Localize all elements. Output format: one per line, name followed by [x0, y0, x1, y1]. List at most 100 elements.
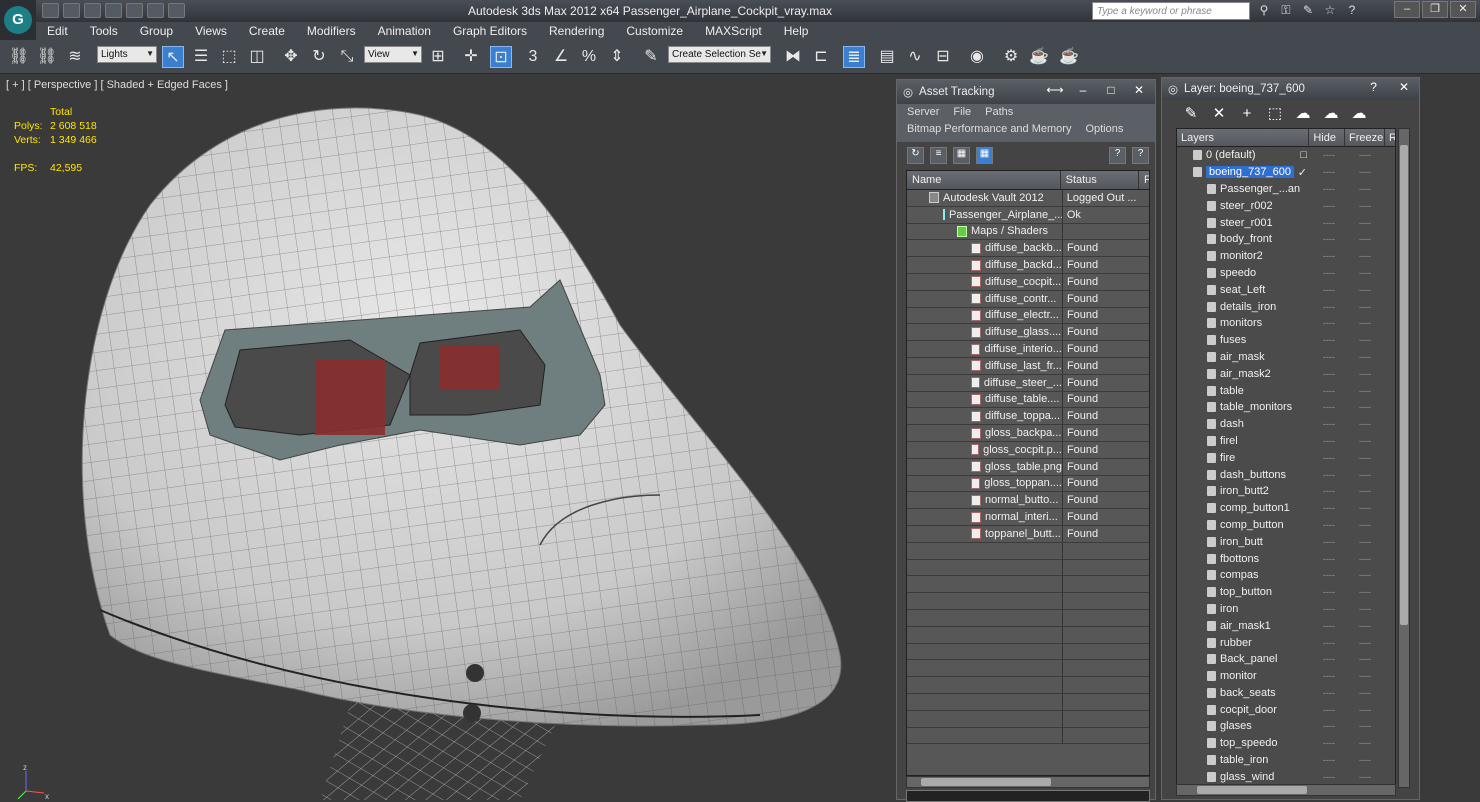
layer-manager-icon[interactable]: ≣	[843, 46, 865, 68]
menu-item-tools[interactable]: Tools	[79, 22, 129, 40]
graphite-toggle-icon[interactable]: ▤	[876, 46, 898, 68]
close-button[interactable]: ✕	[1450, 1, 1476, 18]
hide-toggle[interactable]: ----	[1311, 621, 1347, 631]
freeze-toggle[interactable]: ----	[1347, 436, 1383, 446]
hide-toggle[interactable]: ----	[1311, 268, 1347, 278]
layer-row[interactable]: comp_button1 ---- ----	[1177, 500, 1395, 517]
layer-row[interactable]: seat_Left ---- ----	[1177, 281, 1395, 298]
list-view-icon[interactable]: ≡	[930, 146, 947, 164]
menu-item-edit[interactable]: Edit	[36, 22, 79, 40]
asset-row[interactable]: gloss_toppan.... Found	[907, 475, 1149, 493]
select-object-icon[interactable]: ↖	[162, 46, 184, 68]
asset-row[interactable]: diffuse_interio... Found	[907, 341, 1149, 358]
freeze-toggle[interactable]: ----	[1347, 738, 1383, 748]
select-manipulate-icon[interactable]: ✛	[460, 46, 482, 68]
at-menu-paths[interactable]: Paths	[985, 106, 1013, 123]
layer-row[interactable]: firel ---- ----	[1177, 433, 1395, 450]
layer-row[interactable]: speedo ---- ----	[1177, 265, 1395, 282]
layer-row[interactable]: dash_buttons ---- ----	[1177, 466, 1395, 483]
close-button[interactable]: ✕	[1399, 80, 1409, 94]
align-icon[interactable]: ⊏	[810, 46, 832, 68]
layer-row[interactable]: top_speedo ---- ----	[1177, 735, 1395, 752]
freeze-toggle[interactable]: ----	[1347, 638, 1383, 648]
menu-item-rendering[interactable]: Rendering	[538, 22, 615, 40]
make-current-checkbox[interactable]: □	[1300, 149, 1307, 161]
reference-coordinate-dropdown[interactable]: View	[364, 46, 422, 63]
col-hide[interactable]: Hide	[1309, 129, 1345, 146]
freeze-toggle[interactable]: ----	[1347, 201, 1383, 211]
asset-table-hscrollbar[interactable]	[906, 776, 1150, 788]
select-by-name-icon[interactable]: ☰	[190, 46, 212, 68]
freeze-toggle[interactable]: ----	[1347, 671, 1383, 681]
asset-row[interactable]: normal_interi... Found	[907, 509, 1149, 526]
asset-row[interactable]: Maps / Shaders	[907, 223, 1149, 241]
freeze-toggle[interactable]: ----	[1347, 318, 1383, 328]
freeze-toggle[interactable]: ----	[1347, 335, 1383, 345]
hide-toggle[interactable]: ----	[1311, 638, 1347, 648]
hide-toggle[interactable]: ----	[1311, 318, 1347, 328]
freeze-toggle[interactable]: ----	[1347, 352, 1383, 362]
at-menu-options[interactable]: Options	[1085, 123, 1123, 140]
freeze-toggle[interactable]: ----	[1347, 705, 1383, 715]
layer-row[interactable]: iron_butt2 ---- ----	[1177, 483, 1395, 500]
new-layer-icon[interactable]: ✎	[1182, 105, 1200, 123]
layer-row[interactable]: top_button ---- ----	[1177, 584, 1395, 601]
table-view-icon[interactable]: ▦	[976, 146, 993, 164]
asset-row[interactable]: diffuse_last_fr... Found	[907, 357, 1149, 375]
asset-row[interactable]: toppanel_butt... Found	[907, 525, 1149, 543]
freeze-toggle[interactable]: ----	[1347, 688, 1383, 698]
layer-row[interactable]: monitor2 ---- ----	[1177, 248, 1395, 265]
layer-row[interactable]: iron ---- ----	[1177, 601, 1395, 618]
hide-toggle[interactable]: ----	[1311, 302, 1347, 312]
asset-row[interactable]: gloss_table.png Found	[907, 458, 1149, 476]
menu-item-group[interactable]: Group	[129, 22, 184, 40]
render-production-icon[interactable]: ☕	[1058, 46, 1080, 68]
asset-row[interactable]: diffuse_steer_... Found	[907, 374, 1149, 392]
col-render[interactable]: R	[1385, 129, 1395, 146]
at-menu-bitmap-performance-and-memory[interactable]: Bitmap Performance and Memory	[907, 123, 1071, 140]
freeze-toggle[interactable]: ----	[1347, 386, 1383, 396]
hide-toggle[interactable]: ----	[1311, 402, 1347, 412]
scroll-thumb[interactable]	[921, 778, 1051, 786]
freeze-toggle[interactable]: ----	[1347, 167, 1383, 177]
col-status[interactable]: Status	[1061, 171, 1139, 189]
highlight-selected-icon[interactable]: ☁	[1294, 105, 1312, 123]
maximize-button[interactable]: □	[1101, 83, 1121, 98]
freeze-toggle[interactable]: ----	[1347, 772, 1383, 782]
asset-tracking-titlebar[interactable]: ◎ Asset Tracking ⟷ – □ ✕	[897, 80, 1155, 104]
viewport-label[interactable]: [ + ] [ Perspective ] [ Shaded + Edged F…	[6, 79, 228, 91]
hide-toggle[interactable]: ----	[1311, 369, 1347, 379]
layer-row[interactable]: steer_r001 ---- ----	[1177, 214, 1395, 231]
bind-space-warp-icon[interactable]: ≋	[64, 46, 86, 68]
freeze-toggle[interactable]: ----	[1347, 234, 1383, 244]
angle-snap-icon[interactable]: ∠	[550, 46, 572, 68]
minimize-button[interactable]: –	[1073, 83, 1093, 98]
menu-item-animation[interactable]: Animation	[367, 22, 442, 40]
freeze-toggle[interactable]: ----	[1347, 150, 1383, 160]
layer-row[interactable]: iron_butt ---- ----	[1177, 533, 1395, 550]
hide-toggle[interactable]: ----	[1311, 738, 1347, 748]
keyboard-shortcut-override-icon[interactable]: ⊡	[490, 46, 512, 68]
hide-toggle[interactable]: ----	[1311, 419, 1347, 429]
schematic-view-icon[interactable]: ⊟	[932, 46, 954, 68]
freeze-toggle[interactable]: ----	[1347, 537, 1383, 547]
hide-toggle[interactable]: ----	[1311, 218, 1347, 228]
hide-toggle[interactable]: ----	[1311, 386, 1347, 396]
search-input[interactable]: Type a keyword or phrase	[1092, 2, 1250, 20]
at-menu-server[interactable]: Server	[907, 106, 939, 123]
asset-row[interactable]: diffuse_backd... Found	[907, 257, 1149, 274]
freeze-toggle[interactable]: ----	[1347, 587, 1383, 597]
add-to-layer-icon[interactable]: +	[1238, 105, 1256, 123]
dock-arrows-icon[interactable]: ⟷	[1045, 83, 1065, 98]
layer-row[interactable]: table_iron ---- ----	[1177, 752, 1395, 769]
menu-item-help[interactable]: Help	[773, 22, 820, 40]
freeze-toggle[interactable]: ----	[1347, 251, 1383, 261]
hide-toggle[interactable]: ----	[1311, 234, 1347, 244]
hide-toggle[interactable]: ----	[1311, 335, 1347, 345]
freeze-toggle[interactable]: ----	[1347, 369, 1383, 379]
hide-toggle[interactable]: ----	[1311, 150, 1347, 160]
freeze-toggle[interactable]: ----	[1347, 554, 1383, 564]
hide-toggle[interactable]: ----	[1311, 470, 1347, 480]
layer-list-vscrollbar[interactable]	[1398, 128, 1410, 788]
hide-toggle[interactable]: ----	[1311, 436, 1347, 446]
